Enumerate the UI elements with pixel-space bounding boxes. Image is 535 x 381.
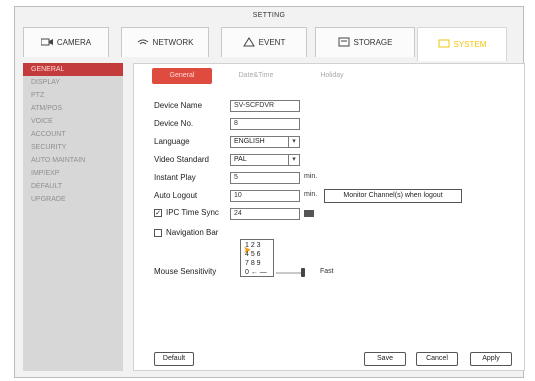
device-name-field[interactable]: SV-SCFDVR: [230, 100, 300, 112]
chevron-down-icon: ▾: [288, 155, 299, 165]
mouse-cursor-icon: ➤: [243, 245, 252, 256]
tab-label: STORAGE: [353, 38, 393, 47]
language-dropdown[interactable]: ENGLISH ▾: [230, 136, 300, 148]
sidebar-item-voice[interactable]: VOICE: [23, 115, 123, 128]
video-standard-label: Video Standard: [154, 155, 210, 164]
sidebar-item-atm-pos[interactable]: ATM/POS: [23, 102, 123, 115]
mouse-sensitivity-slider-knob[interactable]: [301, 268, 305, 277]
sidebar-item-ptz[interactable]: PTZ: [23, 89, 123, 102]
window-title: SETTING: [252, 12, 286, 19]
tab-label: SYSTEM: [453, 40, 487, 49]
language-label: Language: [154, 137, 190, 146]
ipc-time-sync-checkbox[interactable]: ✓: [154, 209, 162, 217]
sidebar-item-upgrade[interactable]: UPGRADE: [23, 193, 123, 206]
subtab-holiday[interactable]: Holiday: [302, 68, 362, 84]
event-icon: [242, 36, 255, 49]
sidebar-item-auto-maintain[interactable]: AUTO MAINTAIN: [23, 154, 123, 167]
apply-button[interactable]: Apply: [470, 352, 512, 366]
instant-play-unit: min.: [304, 173, 318, 180]
auto-logout-unit: min.: [304, 191, 318, 198]
general-panel: General Date&Time Holiday Device Name SV…: [133, 63, 525, 371]
tab-label: CAMERA: [56, 38, 92, 47]
default-button[interactable]: Default: [154, 352, 194, 366]
tab-label: NETWORK: [152, 38, 194, 47]
subtab-general[interactable]: General: [152, 68, 212, 84]
sidebar-item-account[interactable]: ACCOUNT: [23, 128, 123, 141]
tab-network[interactable]: NETWORK: [121, 27, 209, 57]
subtab-date-time[interactable]: Date&Time: [226, 68, 286, 84]
tab-storage[interactable]: STORAGE: [315, 27, 415, 57]
setting-window: SETTING CAMERA NETWORK EVENT STORAGE SYS…: [14, 6, 525, 378]
ipc-time-sync-label: IPC Time Sync: [166, 208, 219, 217]
instant-play-field[interactable]: 5: [230, 172, 300, 184]
language-value: ENGLISH: [234, 138, 265, 145]
navigation-bar-label: Navigation Bar: [166, 228, 219, 237]
keyboard-icon[interactable]: [304, 210, 314, 217]
system-icon: [438, 39, 450, 51]
tab-system[interactable]: SYSTEM: [417, 27, 507, 61]
navigation-bar-checkbox[interactable]: [154, 229, 162, 237]
auto-logout-field[interactable]: 10: [230, 190, 300, 202]
sidebar-item-imp-exp[interactable]: IMP/EXP: [23, 167, 123, 180]
sidebar-item-general[interactable]: GENERAL: [23, 63, 123, 76]
mouse-sensitivity-label: Mouse Sensitivity: [154, 267, 217, 276]
ipc-time-sync-field[interactable]: 24: [230, 208, 300, 220]
chevron-down-icon: ▾: [288, 137, 299, 147]
tab-camera[interactable]: CAMERA: [23, 27, 109, 57]
device-no-label: Device No.: [154, 119, 194, 128]
mouse-sensitivity-fast-label: Fast: [320, 268, 334, 275]
device-name-label: Device Name: [154, 101, 203, 110]
subtabs: General Date&Time Holiday: [134, 64, 524, 86]
sidebar-item-default[interactable]: DEFAULT: [23, 180, 123, 193]
tab-label: EVENT: [258, 38, 286, 47]
mouse-sensitivity-slider-track[interactable]: [276, 272, 303, 274]
network-icon: [137, 38, 149, 48]
keypad-row[interactable]: 7 8 9: [245, 260, 261, 267]
top-tabs: CAMERA NETWORK EVENT STORAGE SYSTEM: [23, 27, 515, 61]
monitor-channels-button[interactable]: Monitor Channel(s) when logout: [324, 189, 462, 203]
instant-play-label: Instant Play: [154, 173, 196, 182]
auto-logout-label: Auto Logout: [154, 191, 198, 200]
sidebar-item-security[interactable]: SECURITY: [23, 141, 123, 154]
camera-icon: [40, 38, 53, 48]
device-no-field[interactable]: 8: [230, 118, 300, 130]
storage-icon: [338, 37, 350, 49]
sidebar-item-display[interactable]: DISPLAY: [23, 76, 123, 89]
keypad-row[interactable]: 0 ← —: [245, 269, 267, 276]
sidebar: GENERAL DISPLAY PTZ ATM/POS VOICE ACCOUN…: [23, 63, 123, 371]
save-button[interactable]: Save: [364, 352, 406, 366]
tab-event[interactable]: EVENT: [221, 27, 307, 57]
cancel-button[interactable]: Cancel: [416, 352, 458, 366]
video-standard-dropdown[interactable]: PAL ▾: [230, 154, 300, 166]
video-standard-value: PAL: [234, 156, 247, 163]
